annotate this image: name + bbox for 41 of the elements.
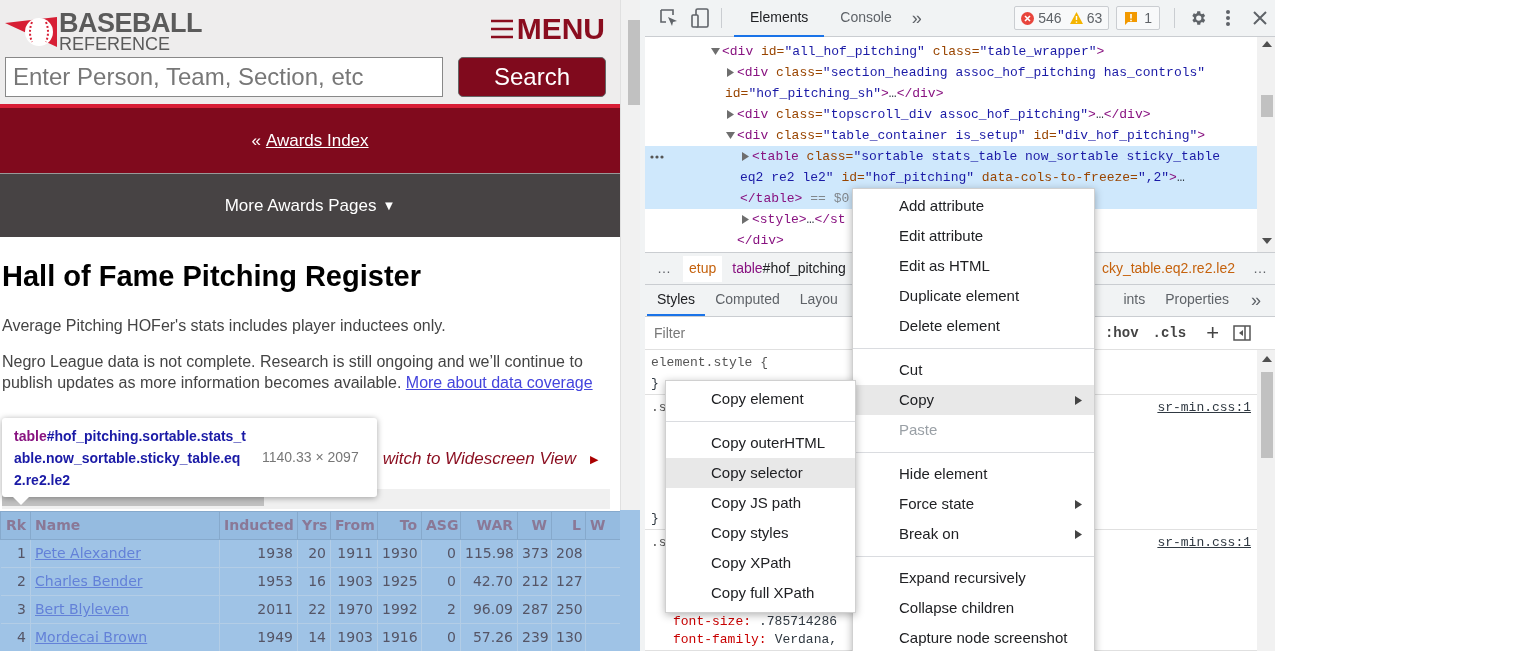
closing-brace: }: [651, 510, 660, 528]
table-cell: 1970: [330, 595, 378, 624]
table-cell: 1938: [219, 539, 298, 568]
table-cell: 1930: [377, 539, 422, 568]
table-cell: 208: [551, 539, 586, 568]
table-cell: 20: [297, 539, 331, 568]
table-cell: 1992: [377, 595, 422, 624]
note-text: Negro League data is not complete. Research is still ongoing and we’ll continue to publish updates as more information becomes available. More about data coverage: [2, 352, 594, 393]
note-text: Average Pitching HOFer's stats includes player inductees only.: [2, 316, 447, 336]
table-cell: 0: [421, 539, 461, 568]
table-cell: 287: [517, 595, 552, 624]
widescreen-arrow: ▶: [590, 451, 598, 467]
css-selector: .s: [651, 399, 667, 417]
table-cell: 0: [421, 567, 461, 596]
element-size: 1140.33 × 2097: [262, 448, 359, 467]
css-selector: element.style {: [651, 354, 769, 372]
css-declaration: font-size: .785714286: [672, 613, 838, 631]
css-selector: .s: [651, 534, 667, 552]
page-heading: Hall of Fame Pitching Register: [2, 259, 422, 293]
table-cell: 373: [517, 539, 552, 568]
table-cell: 115.98: [460, 539, 518, 568]
table-cell: 22: [297, 595, 331, 624]
table-cell: 42.70: [460, 567, 518, 596]
table-cell: 1953: [219, 567, 298, 596]
table-cell: 2: [0, 567, 31, 596]
table-cell: 1925: [377, 567, 422, 596]
table-cell: 127: [551, 567, 586, 596]
table-cell: 1: [0, 539, 31, 568]
table-cell: 250: [551, 595, 586, 624]
table-cell: 16: [297, 567, 331, 596]
table-cell: 3: [0, 595, 31, 624]
table-cell: 2011: [219, 595, 298, 624]
table-cell: 1911: [330, 539, 378, 568]
table-cell: 2: [421, 595, 461, 624]
table-cell: 212: [517, 567, 552, 596]
css-declaration: font-family: Verdana,: [672, 631, 838, 649]
selector-text: table#hof_pitching.sortable.stats_table.now_sortable.sticky_table.eq2.re2.le2: [14, 426, 247, 490]
closing-brace: }: [651, 375, 660, 393]
back-quote: «: [251, 129, 261, 152]
table-cell: 1903: [330, 567, 378, 596]
table-cell: 96.09: [460, 595, 518, 624]
